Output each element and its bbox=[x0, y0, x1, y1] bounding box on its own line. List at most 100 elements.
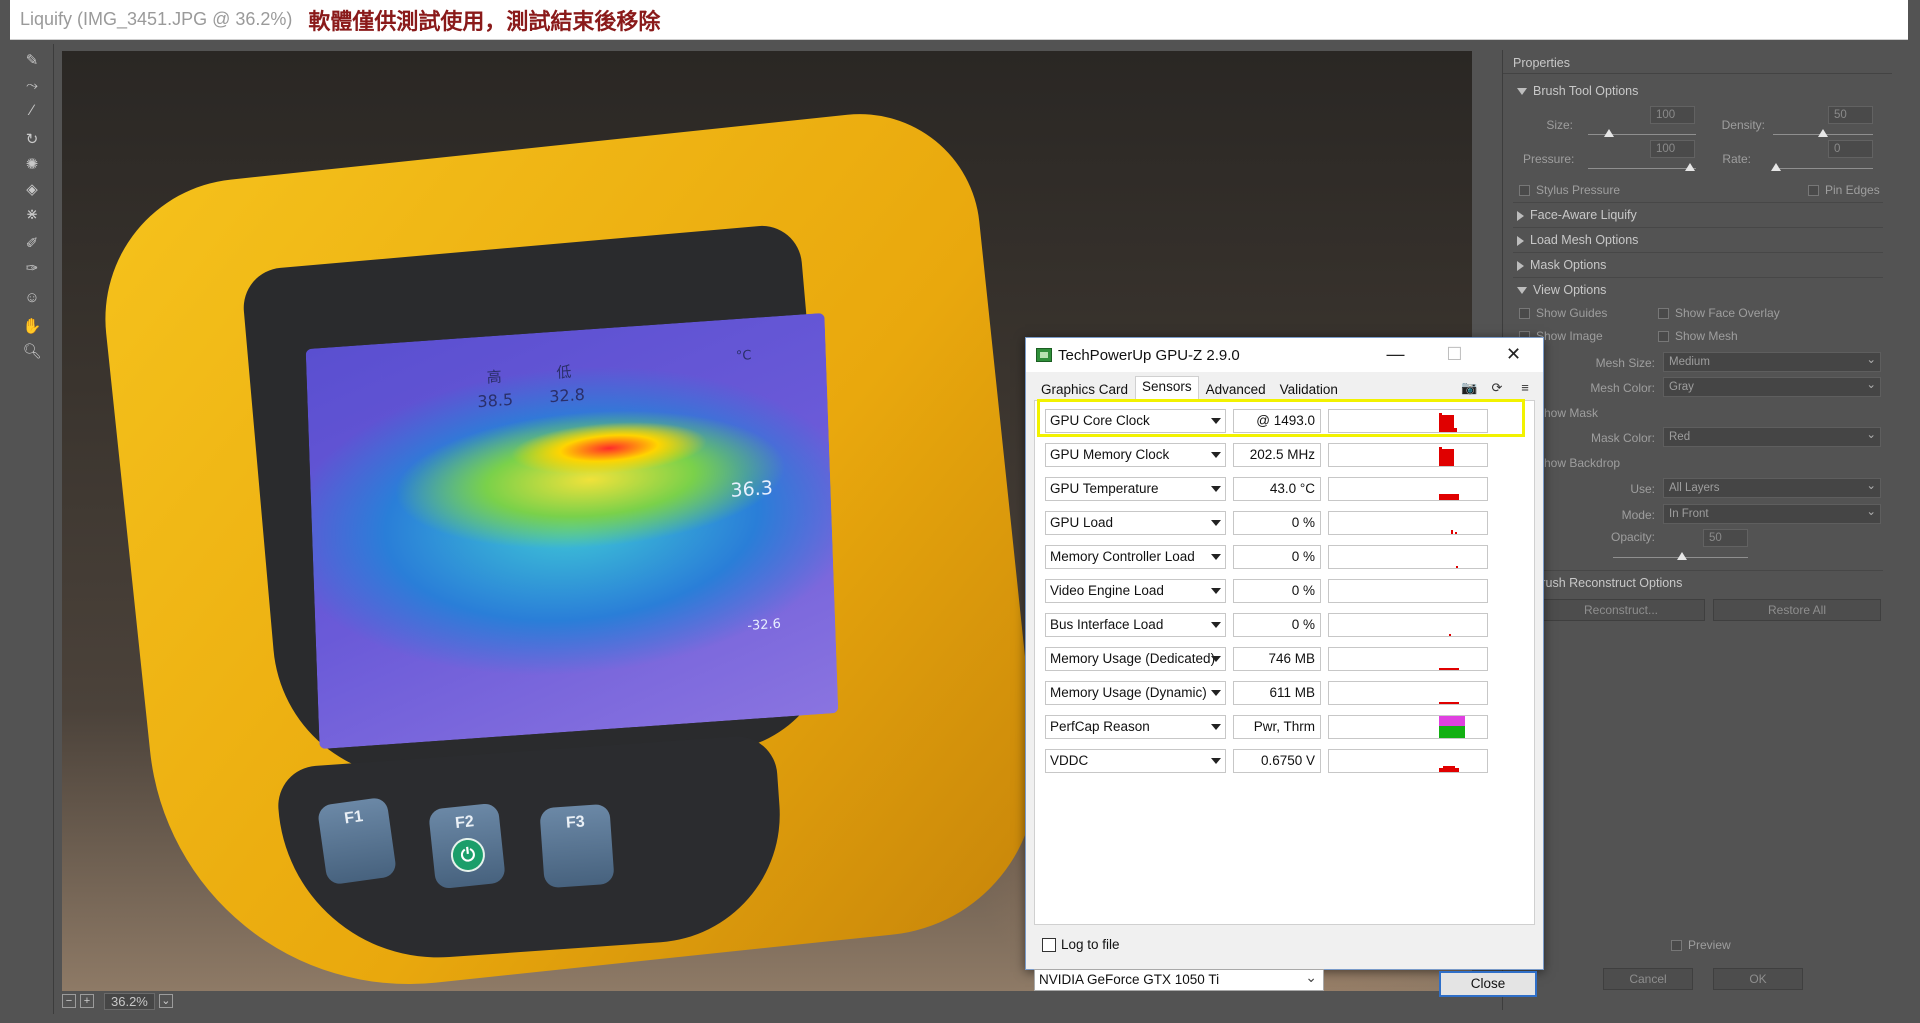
show-mesh-checkbox[interactable]: Show Mesh bbox=[1658, 329, 1738, 343]
size-slider[interactable] bbox=[1588, 129, 1696, 137]
pin-edges-box[interactable] bbox=[1808, 184, 1819, 196]
show-face-overlay-box[interactable] bbox=[1658, 307, 1669, 319]
zoom-tool-icon[interactable]: 🔍︎ bbox=[15, 339, 49, 363]
smooth-tool-icon[interactable]: ∕ bbox=[15, 98, 49, 122]
forward-warp-tool-icon[interactable]: ✎ bbox=[15, 48, 49, 72]
dropdown-arrow-icon[interactable] bbox=[1211, 622, 1221, 628]
log-to-file-box[interactable] bbox=[1042, 937, 1056, 952]
refresh-icon[interactable]: ⟳ bbox=[1489, 381, 1505, 395]
thermal-display: 高 低 38.5 32.8 36.3 -32.6 °C bbox=[305, 312, 839, 750]
mode-select[interactable]: In Front bbox=[1663, 503, 1881, 524]
show-guides-checkbox[interactable]: Show Guides bbox=[1519, 306, 1607, 320]
log-to-file-checkbox[interactable]: Log to file bbox=[1042, 937, 1120, 952]
sensor-name-dropdown[interactable]: VDDC bbox=[1045, 749, 1226, 773]
face-aware-liquify-section[interactable]: Face-Aware Liquify bbox=[1517, 208, 1637, 222]
zoom-out-button[interactable]: − bbox=[62, 994, 76, 1008]
show-guides-box[interactable] bbox=[1519, 307, 1530, 319]
dropdown-arrow-icon[interactable] bbox=[1211, 520, 1221, 526]
sensor-name-dropdown[interactable]: Memory Controller Load bbox=[1045, 545, 1226, 569]
view-options-section[interactable]: View Options bbox=[1517, 283, 1606, 297]
face-tool-icon[interactable]: ☺ bbox=[15, 285, 49, 309]
show-image-label: Show Image bbox=[1536, 329, 1603, 343]
gpu-select[interactable]: NVIDIA GeForce GTX 1050 Ti bbox=[1034, 967, 1324, 991]
camera-button-f1: F1 bbox=[316, 796, 398, 886]
use-select[interactable]: All Layers bbox=[1663, 477, 1881, 498]
show-mesh-box[interactable] bbox=[1658, 330, 1669, 342]
size-input[interactable]: 100 bbox=[1650, 106, 1695, 124]
load-mesh-options-section[interactable]: Load Mesh Options bbox=[1517, 233, 1638, 247]
sensor-name-dropdown[interactable]: Bus Interface Load bbox=[1045, 613, 1226, 637]
sensor-name-dropdown[interactable]: Memory Usage (Dedicated) bbox=[1045, 647, 1226, 671]
minimize-icon[interactable]: — bbox=[1366, 338, 1425, 370]
sensor-row: GPU Memory Clock 202.5 MHz bbox=[1045, 443, 1505, 467]
pucker-tool-icon[interactable]: ✺ bbox=[15, 152, 49, 176]
density-slider-thumb[interactable] bbox=[1818, 129, 1828, 137]
dropdown-arrow-icon[interactable] bbox=[1211, 588, 1221, 594]
reconstruct-tool-icon[interactable]: ⤳ bbox=[15, 73, 49, 97]
preview-box[interactable] bbox=[1671, 939, 1682, 951]
reconstruct-button[interactable]: Reconstruct... bbox=[1537, 599, 1705, 621]
sensor-value: 202.5 MHz bbox=[1233, 443, 1321, 467]
tab-sensors[interactable]: Sensors bbox=[1135, 376, 1199, 400]
cancel-button[interactable]: Cancel bbox=[1603, 968, 1693, 990]
sensor-name-dropdown[interactable]: PerfCap Reason bbox=[1045, 715, 1226, 739]
twirl-tool-icon[interactable]: ↻ bbox=[15, 127, 49, 151]
zoom-dropdown-icon[interactable]: ⌄ bbox=[158, 994, 173, 1008]
close-button[interactable]: Close bbox=[1439, 971, 1537, 997]
sensor-name-dropdown[interactable]: GPU Load bbox=[1045, 511, 1226, 535]
sensor-name-dropdown[interactable]: Memory Usage (Dynamic) bbox=[1045, 681, 1226, 705]
stylus-pressure-box[interactable] bbox=[1519, 184, 1530, 196]
freeze-mask-tool-icon[interactable]: ✐ bbox=[15, 231, 49, 255]
camera-icon[interactable]: 📷 bbox=[1461, 381, 1477, 395]
density-input[interactable]: 50 bbox=[1828, 106, 1873, 124]
dropdown-arrow-icon[interactable] bbox=[1211, 554, 1221, 560]
thaw-mask-tool-icon[interactable]: ✑ bbox=[15, 256, 49, 280]
sensor-graph bbox=[1328, 545, 1488, 569]
rate-slider-thumb[interactable] bbox=[1771, 163, 1781, 171]
graph-bar bbox=[1455, 532, 1457, 534]
tab-validation[interactable]: Validation bbox=[1273, 379, 1345, 400]
rate-slider[interactable] bbox=[1771, 163, 1873, 171]
rate-input[interactable]: 0 bbox=[1828, 140, 1873, 158]
mask-options-section[interactable]: Mask Options bbox=[1517, 258, 1606, 272]
sensor-value: 0 % bbox=[1233, 579, 1321, 603]
ok-button[interactable]: OK bbox=[1713, 968, 1803, 990]
bloat-tool-icon[interactable]: ◈ bbox=[15, 177, 49, 201]
brush-tool-options-section[interactable]: Brush Tool Options bbox=[1517, 84, 1638, 98]
show-face-overlay-checkbox[interactable]: Show Face Overlay bbox=[1658, 306, 1780, 320]
pin-edges-checkbox[interactable]: Pin Edges bbox=[1808, 183, 1880, 197]
dropdown-arrow-icon[interactable] bbox=[1211, 758, 1221, 764]
dropdown-arrow-icon[interactable] bbox=[1211, 690, 1221, 696]
zoom-level[interactable]: 36.2% bbox=[104, 992, 155, 1010]
mask-color-select[interactable]: Red bbox=[1663, 426, 1881, 447]
dropdown-arrow-icon[interactable] bbox=[1211, 452, 1221, 458]
menu-icon[interactable]: ≡ bbox=[1517, 381, 1533, 395]
dropdown-arrow-icon[interactable] bbox=[1211, 656, 1221, 662]
maximize-icon[interactable]: ☐ bbox=[1425, 338, 1484, 370]
preview-checkbox[interactable]: Preview bbox=[1671, 938, 1731, 952]
opacity-slider-thumb[interactable] bbox=[1677, 552, 1687, 560]
tab-advanced[interactable]: Advanced bbox=[1199, 379, 1273, 400]
close-icon[interactable]: ✕ bbox=[1484, 338, 1543, 370]
dropdown-arrow-icon[interactable] bbox=[1211, 486, 1221, 492]
push-left-tool-icon[interactable]: ⋇ bbox=[15, 202, 49, 226]
mesh-size-select[interactable]: Medium bbox=[1663, 351, 1881, 372]
size-slider-thumb[interactable] bbox=[1604, 129, 1614, 137]
pressure-input[interactable]: 100 bbox=[1650, 140, 1695, 158]
opacity-input[interactable]: 50 bbox=[1703, 529, 1748, 547]
hand-tool-icon[interactable]: ✋ bbox=[15, 314, 49, 338]
stylus-pressure-checkbox[interactable]: Stylus Pressure bbox=[1519, 183, 1620, 197]
sensor-name-dropdown[interactable]: Video Engine Load bbox=[1045, 579, 1226, 603]
sensor-name-dropdown[interactable]: GPU Memory Clock bbox=[1045, 443, 1226, 467]
restore-all-button[interactable]: Restore All bbox=[1713, 599, 1881, 621]
dropdown-arrow-icon[interactable] bbox=[1211, 724, 1221, 730]
opacity-slider[interactable] bbox=[1613, 552, 1748, 560]
pressure-slider[interactable] bbox=[1588, 163, 1696, 171]
gpuz-title-bar[interactable]: TechPowerUp GPU-Z 2.9.0 — ☐ ✕ bbox=[1026, 338, 1543, 372]
mesh-color-select[interactable]: Gray bbox=[1663, 376, 1881, 397]
pressure-slider-thumb[interactable] bbox=[1685, 163, 1695, 171]
zoom-in-button[interactable]: + bbox=[80, 994, 94, 1008]
sensor-name-dropdown[interactable]: GPU Temperature bbox=[1045, 477, 1226, 501]
tab-graphics-card[interactable]: Graphics Card bbox=[1034, 379, 1135, 400]
density-slider[interactable] bbox=[1773, 129, 1873, 137]
